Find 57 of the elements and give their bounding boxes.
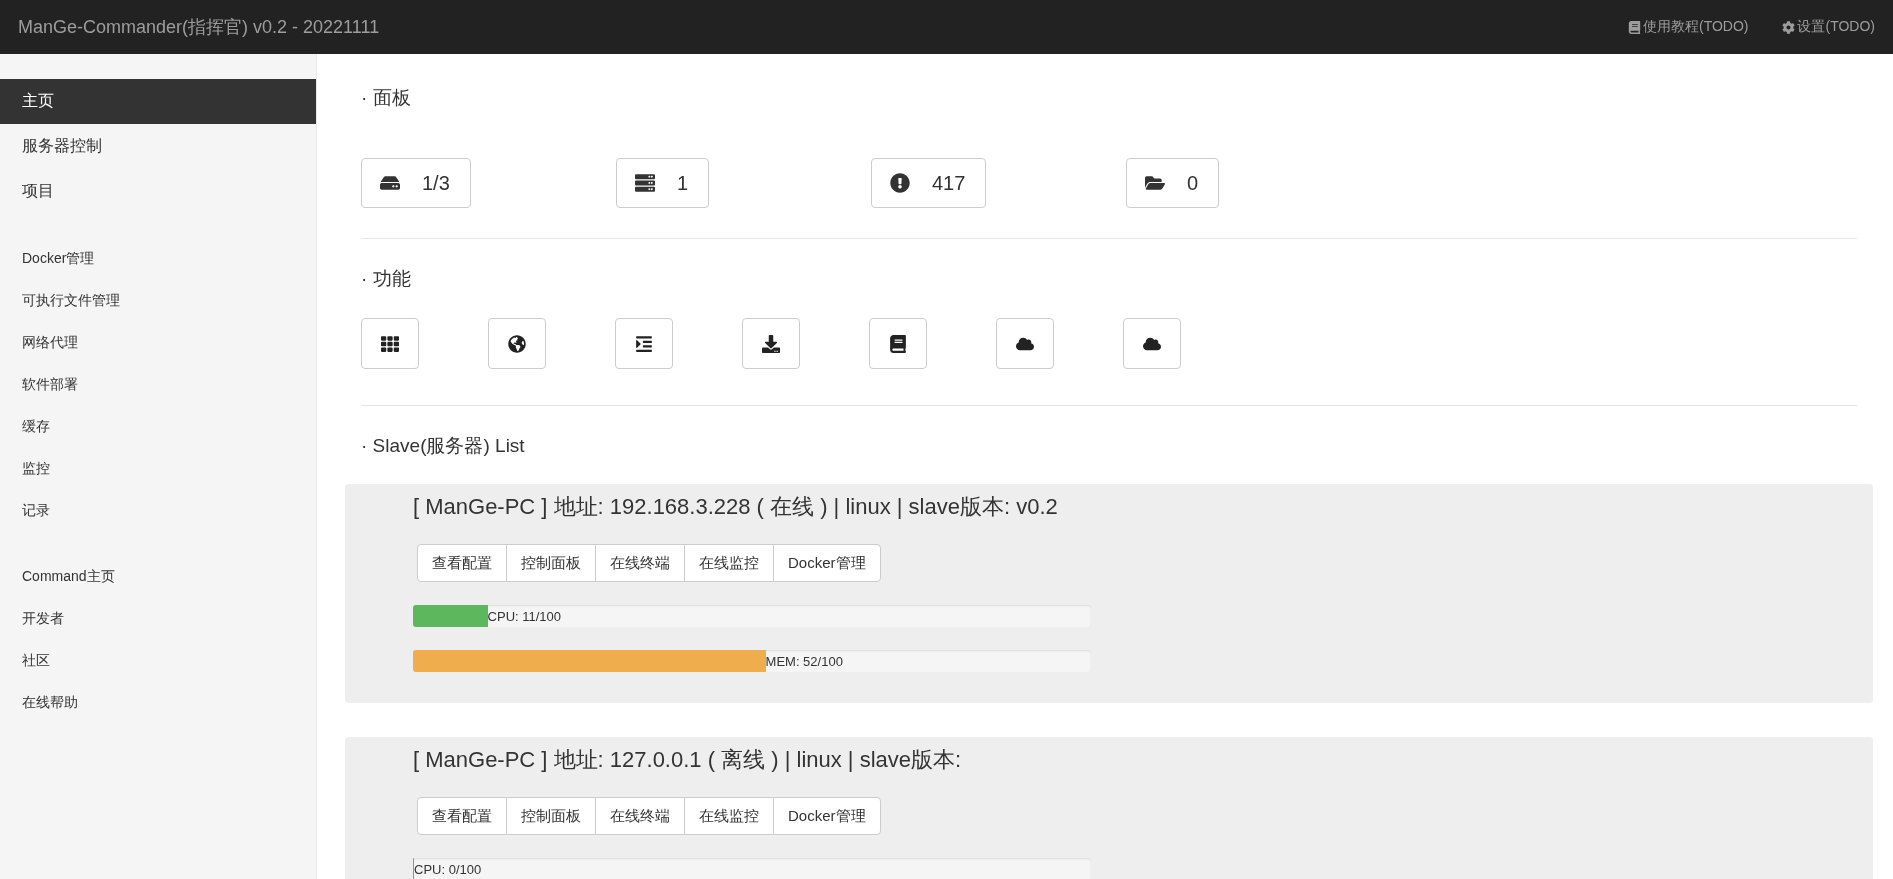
stat-button[interactable]: 0: [1126, 158, 1220, 208]
action-button[interactable]: 在线监控: [684, 797, 774, 835]
sidebar-item[interactable]: 记录: [0, 490, 316, 532]
gear-icon: [1782, 20, 1796, 34]
sidebar-item[interactable]: 可执行文件管理: [0, 280, 316, 322]
action-button[interactable]: 在线终端: [595, 544, 685, 582]
grid-icon: [381, 334, 399, 353]
book-icon: [1627, 20, 1641, 34]
sidebar-item[interactable]: 主页: [0, 79, 316, 124]
action-button[interactable]: 查看配置: [417, 544, 507, 582]
sidebar-item[interactable]: 网络代理: [0, 322, 316, 364]
server-title: [ ManGe-PC ] 地址: 192.168.3.228 ( 在线 ) | linux | slave版本: v0.2: [413, 493, 1059, 521]
sidebar-item[interactable]: 服务器控制: [0, 124, 316, 169]
sidebar-item[interactable]: 社区: [0, 640, 316, 682]
function-button[interactable]: [361, 318, 419, 369]
indent-icon: [635, 334, 653, 353]
action-button[interactable]: 在线终端: [595, 797, 685, 835]
function-button[interactable]: [869, 318, 927, 369]
server-icon: [635, 173, 655, 193]
download-icon: [762, 334, 780, 353]
progress-label: CPU: 11/100: [487, 608, 562, 624]
sidebar-item[interactable]: Docker管理: [0, 238, 316, 280]
section-heading: · 功能: [361, 267, 412, 291]
sidebar-item[interactable]: 监控: [0, 448, 316, 490]
function-button[interactable]: [996, 318, 1054, 369]
action-button[interactable]: 在线监控: [684, 544, 774, 582]
sidebar-item[interactable]: 项目: [0, 169, 316, 214]
function-button[interactable]: [615, 318, 673, 369]
action-button[interactable]: 控制面板: [506, 797, 596, 835]
action-button[interactable]: 控制面板: [506, 544, 596, 582]
action-button[interactable]: Docker管理: [773, 797, 881, 835]
app-title: ManGe-Commander(指挥官) v0.2 - 20221111: [18, 16, 380, 39]
sidebar-item[interactable]: 在线帮助: [0, 682, 316, 724]
function-button[interactable]: [1123, 318, 1181, 369]
progress-label: CPU: 0/100: [414, 861, 482, 877]
drive-icon: [380, 173, 400, 193]
book-icon: [889, 334, 907, 353]
function-button[interactable]: [488, 318, 546, 369]
alert-icon: [890, 173, 910, 193]
header-link[interactable]: 使用教程(TODO): [1627, 18, 1749, 36]
section-heading: · Slave(服务器) List: [361, 434, 526, 458]
progress-label: MEM: 52/100: [765, 653, 843, 669]
stat-button[interactable]: 1/3: [361, 158, 471, 208]
sidebar-item[interactable]: 开发者: [0, 598, 316, 640]
sidebar-item[interactable]: Command主页: [0, 556, 316, 598]
sidebar-item[interactable]: 缓存: [0, 406, 316, 448]
section-heading: · 面板: [361, 86, 412, 110]
stat-button[interactable]: 1: [616, 158, 710, 208]
header-link[interactable]: 设置(TODO): [1782, 18, 1875, 36]
sidebar-item[interactable]: 软件部署: [0, 364, 316, 406]
globe-icon: [508, 334, 526, 353]
server-title: [ ManGe-PC ] 地址: 127.0.0.1 ( 离线 ) | linux | slave版本:: [413, 746, 963, 774]
folder-icon: [1145, 173, 1165, 193]
stat-button[interactable]: 417: [871, 158, 987, 208]
function-button[interactable]: [742, 318, 800, 369]
action-button[interactable]: Docker管理: [773, 544, 881, 582]
action-button[interactable]: 查看配置: [417, 797, 507, 835]
